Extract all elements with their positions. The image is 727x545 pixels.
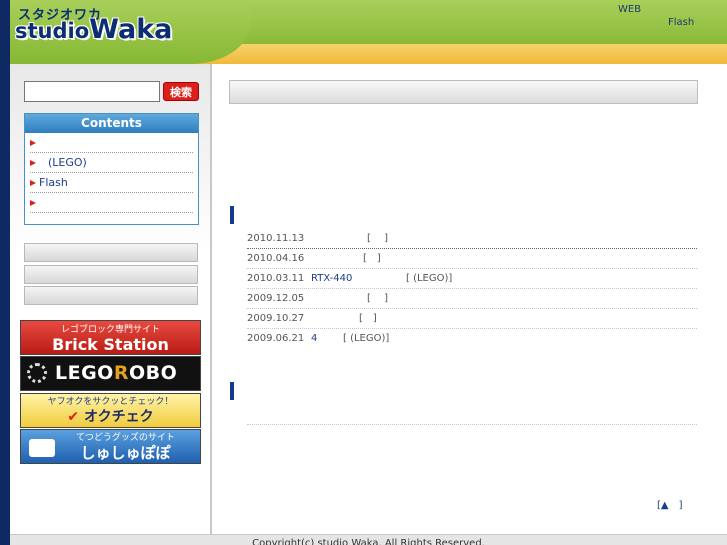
sidebar-button-3[interactable] — [24, 286, 198, 305]
news-date: 2009.12.05 — [247, 293, 305, 304]
banner-title-r: R — [113, 362, 129, 384]
legorobo-banner[interactable]: LEGOROBO — [20, 356, 201, 391]
contents-item-lego[interactable]: (LEGO) — [30, 153, 193, 173]
logo[interactable]: studioWaka — [15, 14, 172, 45]
section-marker-news — [230, 206, 234, 224]
check-icon: ✔ — [67, 409, 80, 425]
contents-item-label: Flash — [39, 176, 68, 189]
banner-title-lego: LEGO — [55, 362, 114, 384]
header: スタジオワカ studioWaka WEB Flash — [10, 0, 727, 64]
section-marker-second — [230, 382, 234, 400]
page: スタジオワカ studioWaka WEB Flash 検索 Contents … — [10, 0, 727, 545]
news-tag: [ ] — [359, 313, 377, 324]
sidebar: 検索 Contents (LEGO) Flash レゴブロック専門サイト Bri… — [10, 64, 212, 534]
news-date: 2009.06.21 — [247, 333, 305, 344]
news-tag: [ (LEGO)] — [343, 333, 390, 344]
logo-studio: studio — [15, 19, 90, 43]
nav-flash-link[interactable]: Flash — [668, 17, 694, 28]
news-tag: [ ] — [367, 293, 388, 304]
search-button[interactable]: 検索 — [163, 82, 199, 101]
banner-title: ✔ オクチェク — [21, 408, 200, 426]
news-tag: [ (LEGO)] — [406, 273, 453, 284]
banner-subtitle: ヤフオクをサクッとチェック！ — [47, 397, 174, 407]
arrow-right-icon — [30, 200, 36, 206]
nav-web-link[interactable]: WEB — [618, 4, 641, 15]
train-icon — [29, 439, 55, 457]
news-date: 2010.11.13 — [247, 233, 305, 244]
news-row: 2010.03.11 RTX-440 [ (LEGO)] — [247, 269, 697, 289]
okuchek-banner[interactable]: ヤフオクをサクッとチェック！ ✔ オクチェク — [20, 393, 201, 428]
news-row: 2010.04.16 [ ] — [247, 249, 697, 269]
banner-title-text: オクチェク — [83, 409, 154, 425]
divider — [247, 424, 697, 425]
banner-title: LEGOROBO — [55, 362, 177, 384]
contents-item[interactable] — [30, 133, 193, 153]
news-date: 2010.04.16 — [247, 253, 305, 264]
logo-waka: Waka — [89, 14, 173, 45]
news-link[interactable]: 4 — [311, 329, 317, 349]
contents-item[interactable] — [30, 193, 193, 213]
banner-subtitle: レゴブロック専門サイト — [60, 325, 160, 335]
contents-item-label: (LEGO) — [48, 156, 87, 169]
arrow-right-icon — [30, 140, 36, 146]
brick-station-banner[interactable]: レゴブロック専門サイト Brick Station — [20, 320, 201, 355]
shushupopo-banner[interactable]: てつどうグッズのサイト しゅしゅぽぽ — [20, 429, 201, 464]
news-row: 2009.10.27 [ ] — [247, 309, 697, 329]
search-input[interactable] — [24, 81, 160, 102]
contents-item-flash[interactable]: Flash — [30, 173, 193, 193]
banner-title-obo: OBO — [128, 362, 178, 384]
sidebar-button-1[interactable] — [24, 243, 198, 262]
gear-icon — [27, 363, 47, 383]
main-title-bar — [229, 80, 698, 104]
news-date: 2010.03.11 — [247, 273, 305, 284]
page-top-link[interactable]: [▲ ] — [657, 496, 683, 511]
news-tag: [ ] — [367, 233, 388, 244]
arrow-right-icon — [30, 180, 36, 186]
footer: Copyright(c) studio Waka. All Rights Res… — [10, 534, 727, 545]
news-tag: [ ] — [363, 253, 381, 264]
news-date: 2009.10.27 — [247, 313, 305, 324]
contents-box: Contents (LEGO) Flash — [24, 113, 199, 225]
sidebar-button-2[interactable] — [24, 265, 198, 284]
news-row: 2010.11.13 [ ] — [247, 229, 697, 249]
news-row: 2009.12.05 [ ] — [247, 289, 697, 309]
banner-title: Brick Station — [52, 335, 169, 354]
news-link[interactable]: RTX-440 — [311, 269, 352, 289]
logo-area[interactable]: スタジオワカ studioWaka — [10, 0, 250, 64]
arrow-right-icon — [30, 160, 36, 166]
news-row: 2009.06.21 4 [ (LEGO)] — [247, 329, 697, 349]
contents-title: Contents — [25, 114, 198, 133]
